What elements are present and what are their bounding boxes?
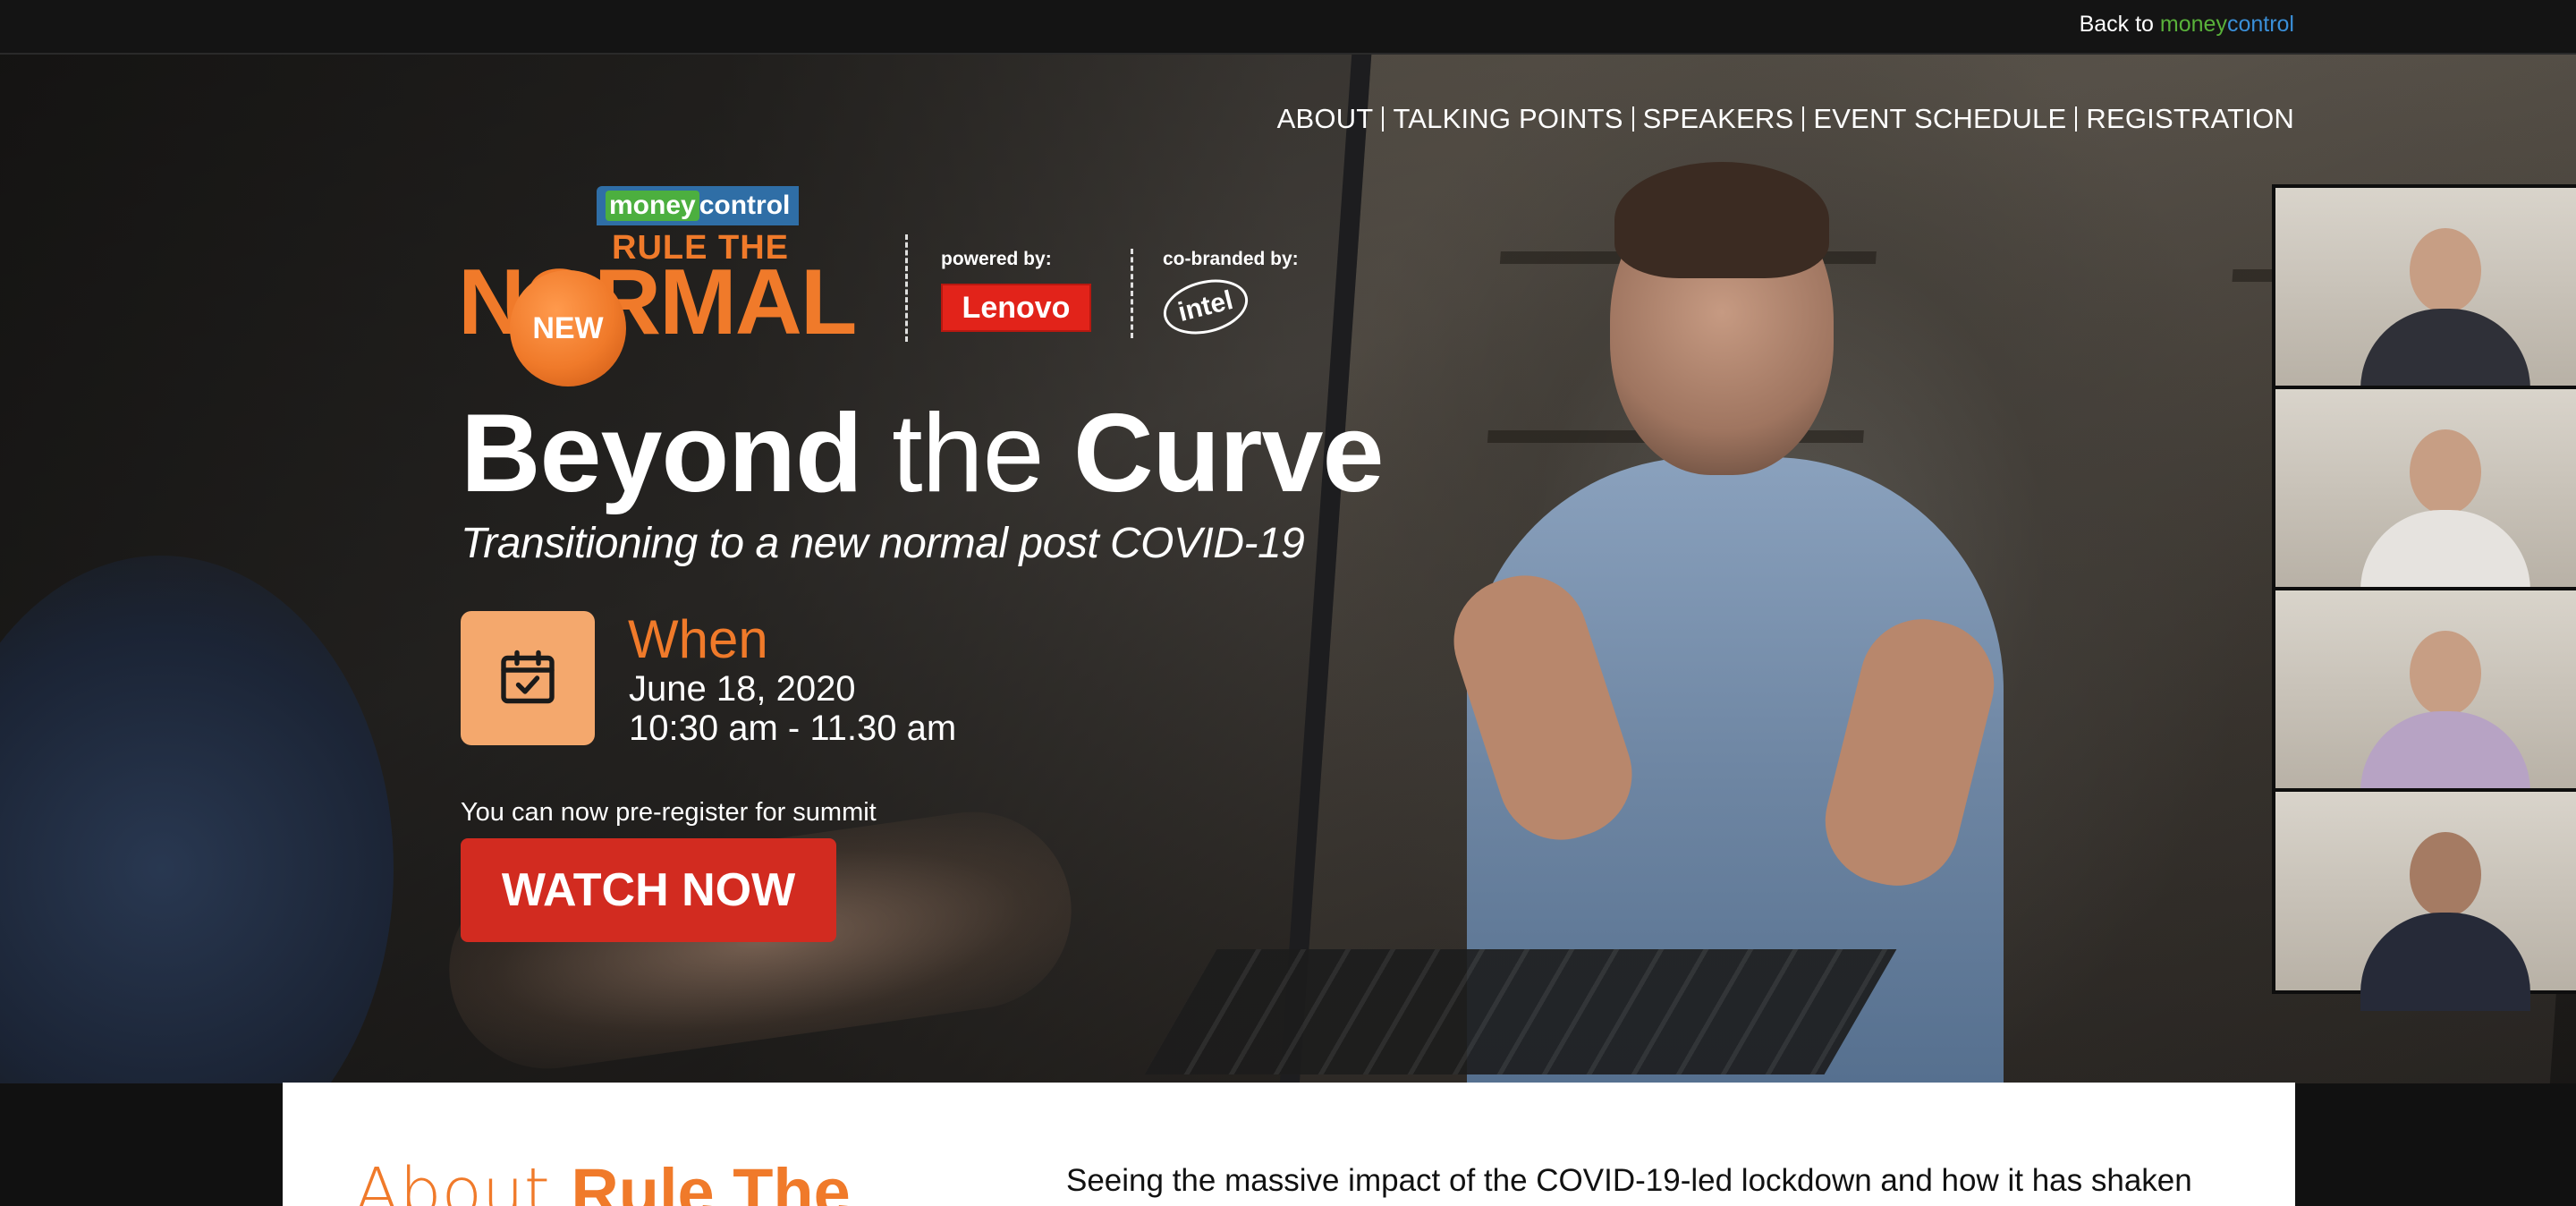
nav-separator [1631,106,1634,132]
foreground-shoulder-image [0,556,394,1083]
calendar-icon-box [461,611,595,745]
nav-item-speakers[interactable]: SPEAKERS [1643,103,1794,135]
nav-separator [1382,106,1385,132]
hero-section: ABOUT TALKING POINTS SPEAKERS EVENT SCHE… [0,55,2576,1083]
back-prefix: Back to [2079,12,2160,37]
calendar-check-icon [501,650,555,704]
hero-person-image [1395,153,2075,1083]
title-the: the [892,392,1073,515]
video-tile [2272,788,2576,1011]
top-bar: Back to moneycontrol [0,0,2576,55]
about-title-bold: Rule The [571,1155,851,1206]
cobranded-by-label: co-branded by: [1163,249,1299,269]
intel-logo-text: intel [1174,285,1236,327]
logo-new-circle: NEW [510,270,626,386]
nav-separator [1802,106,1805,132]
title-beyond: Beyond [461,392,893,515]
back-to-moneycontrol-link[interactable]: Back to moneycontrol [2080,12,2294,38]
nav-item-registration[interactable]: REGISTRATION [2086,103,2294,135]
page-title: Beyond the Curve [461,398,1384,509]
event-time: 10:30 am - 11.30 am [629,709,957,748]
nav-separator [2075,106,2078,132]
moneycontrol-badge: money control [597,186,800,225]
brand-money: money [2159,12,2227,37]
event-date: June 18, 2020 [629,669,856,709]
nav-item-event-schedule[interactable]: EVENT SCHEDULE [1813,103,2066,135]
laptop-keyboard-image [1144,949,1897,1074]
brand-control: control [2226,12,2294,37]
lenovo-logo: Lenovo [941,284,1091,332]
about-section: About Rule The Seeing the massive impact… [283,1083,2295,1206]
nav-item-about[interactable]: ABOUT [1277,103,1374,135]
preregister-text: You can now pre-register for summit [461,798,877,827]
watch-now-button[interactable]: WATCH NOW [461,838,836,942]
powered-by-label: powered by: [941,249,1052,269]
video-tile [2272,386,2576,608]
video-tile [2272,184,2576,407]
title-curve: Curve [1073,392,1384,515]
about-paragraph: Seeing the massive impact of the COVID-1… [1066,1163,2192,1198]
badge-money: money [606,191,699,221]
about-title-thin: About [354,1154,572,1206]
page-subtitle: Transitioning to a new normal post COVID… [461,520,1305,567]
logo-divider [1131,249,1133,338]
when-label: When [628,609,768,669]
rule-the-new-normal-logo: money control RULE THE NORMAL NEW [458,186,878,386]
video-tile [2272,587,2576,810]
badge-control: control [699,191,791,220]
logo-divider [905,234,908,342]
about-title: About Rule The [354,1154,851,1206]
main-nav: ABOUT TALKING POINTS SPEAKERS EVENT SCHE… [1277,103,2294,135]
nav-item-talking-points[interactable]: TALKING POINTS [1393,103,1623,135]
